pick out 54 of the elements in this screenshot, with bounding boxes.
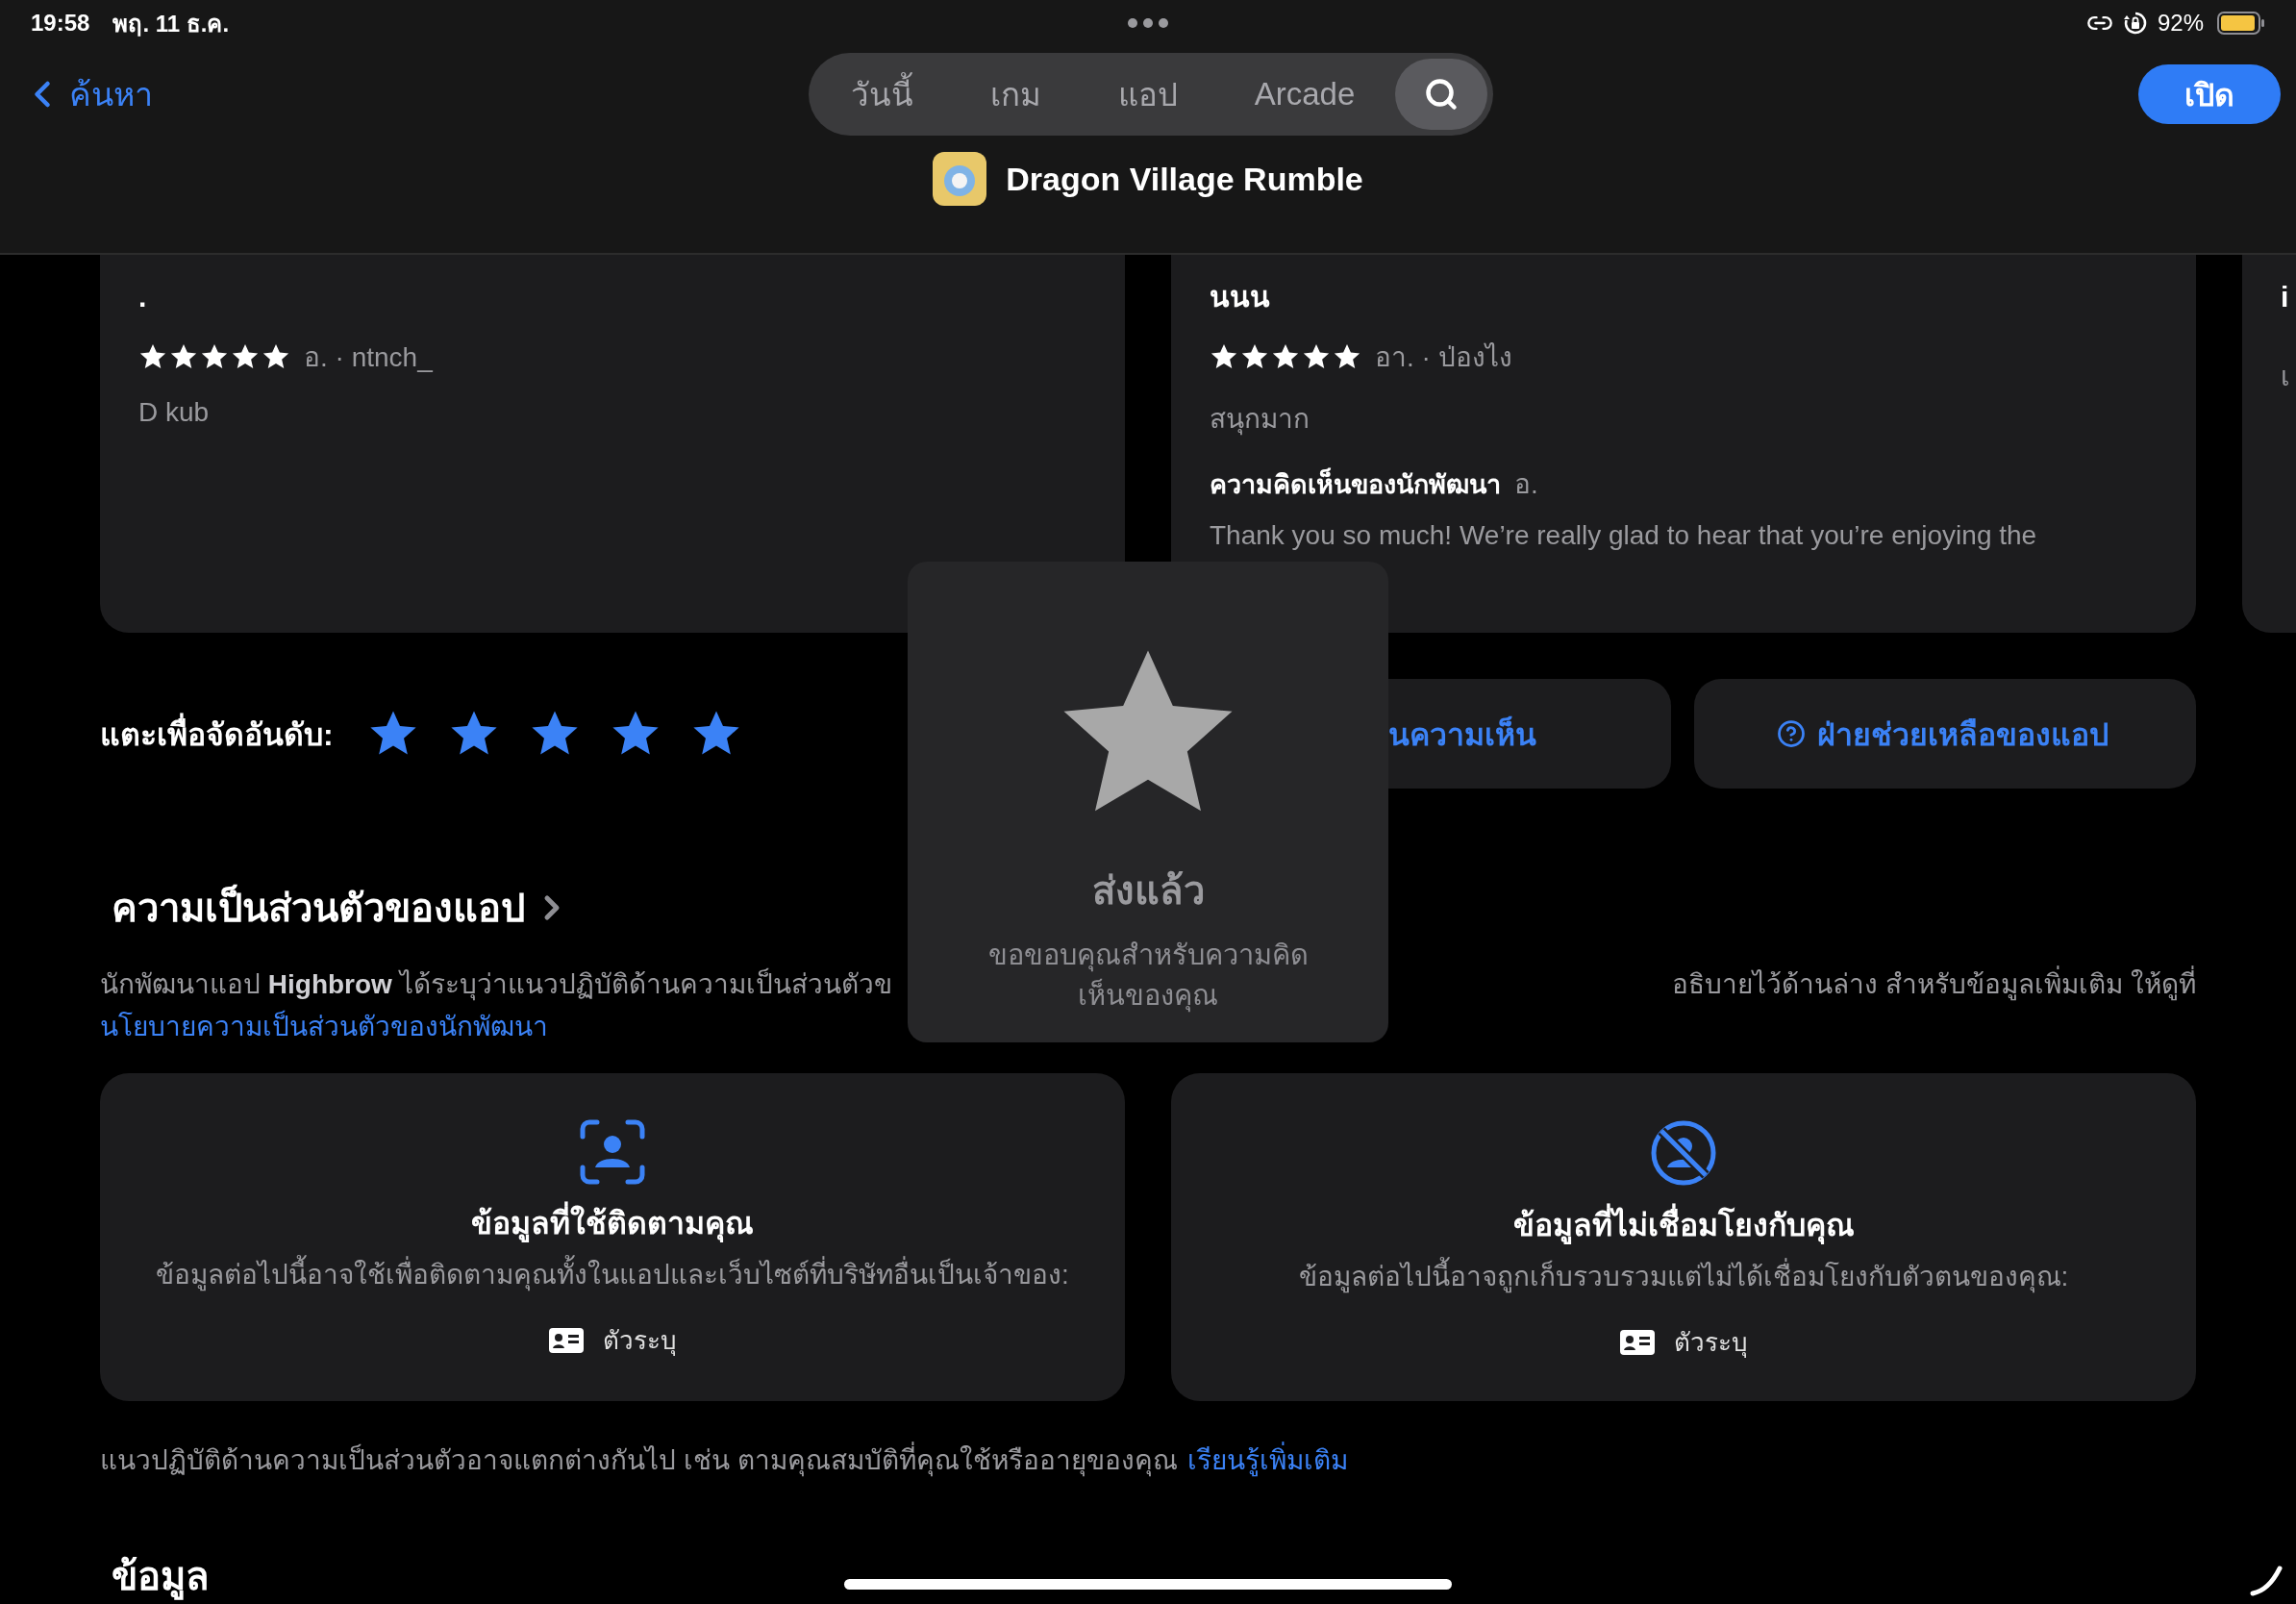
developer-response-text: Thank you so much! We’re really glad to hear that you’re enjoying the — [1210, 520, 2038, 551]
review-card[interactable]: i เ — [2242, 255, 2296, 633]
search-icon — [1424, 77, 1460, 112]
tab[interactable]: Arcade — [1217, 59, 1392, 130]
status-date: พฤ. 11 ธ.ค. — [112, 9, 230, 38]
tab[interactable]: วันนี้ — [813, 59, 950, 130]
toast-message: ขอขอบคุณสำหรับความคิดเห็นของคุณ — [986, 939, 1310, 1015]
privacy-footnote: แนวปฏิบัติด้านความเป็นส่วนตัวอาจแตกต่างกันไป เช่น ตามคุณสมบัติที่คุณใช้หรืออายุของคุณ — [100, 1440, 1178, 1482]
privacy-card[interactable]: ข้อมูลที่ไม่เชื่อมโยงกับคุณ ข้อมูลต่อไปนี้อาจถูกเก็บรวบรวมแต่ไม่ได้เชื่อมโยงกับตัวตนของคุณ: ตัวระบุ — [1171, 1073, 2196, 1401]
app-support-button[interactable]: ฝ่ายช่วยเหลือของแอป — [1694, 679, 2196, 789]
review-meta: อา. · ป่องไง — [1375, 341, 1512, 374]
privacy-intro-text: นักพัฒนาแอป Highbrow ได้ระบุว่าแนวปฏิบัติด้านความเป็นส่วนตัวข — [100, 966, 892, 1003]
privacy-card-title: ข้อมูลที่ไม่เชื่อมโยงกับคุณ — [1512, 1200, 1855, 1249]
back-link[interactable]: ค้นหา — [21, 68, 153, 120]
learn-more-link[interactable]: เรียนรู้เพิ่มเติม — [1186, 1440, 1348, 1482]
review-body: เ — [2281, 361, 2291, 393]
multitasking-dots-icon[interactable] — [1127, 17, 1169, 29]
person-slash-circle-icon — [1650, 1119, 1717, 1187]
tab[interactable]: แอป — [1081, 59, 1214, 130]
id-card-icon — [548, 1327, 584, 1353]
review-title: . — [138, 280, 148, 314]
battery-percent: 92% — [2157, 10, 2204, 37]
privacy-card-description: ข้อมูลต่อไปนี้อาจใช้เพื่อติดตามคุณทั้งในแอปและเว็บไซต์ที่บริษัทอื่นเป็นเจ้าของ: — [156, 1253, 1069, 1295]
review-title: นนน — [1210, 280, 1271, 314]
app-title: Dragon Village Rumble — [1006, 160, 1363, 198]
privacy-heading[interactable]: ความเป็นส่วนตัวของแอป — [112, 877, 571, 939]
review-meta: อ. · ntnch_ — [304, 341, 433, 374]
developer-response-label: ความคิดเห็นของนักพัฒนา — [1210, 464, 1501, 505]
data-type-label: ตัวระบุ — [1673, 1327, 1748, 1360]
help-icon — [1776, 719, 1806, 748]
privacy-card-description: ข้อมูลต่อไปนี้อาจถูกเก็บรวบรวมแต่ไม่ได้เชื่อมโยงกับตัวตนของคุณ: — [1298, 1255, 2069, 1297]
privacy-card[interactable]: ข้อมูลที่ใช้ติดตามคุณ ข้อมูลต่อไปนี้อาจใช้เพื่อติดตามคุณทั้งในแอปและเว็บไซต์ที่บริษัทอื่นเป็นเจ้าของ: ตัวระบุ — [100, 1073, 1125, 1401]
id-card-icon — [1619, 1329, 1655, 1355]
open-button[interactable]: เปิด — [2138, 64, 2281, 124]
pencil-stroke-icon — [2250, 1564, 2283, 1596]
orientation-lock-icon — [2122, 11, 2148, 36]
privacy-intro-text: อธิบายไว้ด้านล่าง สำหรับข้อมูลเพิ่มเติม ให้ดูที่ — [1672, 964, 2196, 1006]
review-body: D kub — [138, 397, 211, 428]
review-card[interactable]: . อ. · ntnch_ D kub — [100, 255, 1125, 633]
search-tab[interactable] — [1395, 59, 1488, 130]
rate-label: แตะเพื่อจัดอันดับ: — [100, 709, 367, 759]
status-time: 19:58 — [31, 10, 90, 37]
review-body: สนุกมาก — [1210, 403, 1310, 438]
person-viewfinder-icon — [580, 1119, 645, 1185]
tab[interactable]: เกม — [953, 59, 1078, 130]
data-type-label: ตัวระบุ — [602, 1325, 677, 1358]
section-heading: ข้อมูล — [112, 1545, 210, 1604]
app-icon — [933, 152, 987, 206]
toast-title: ส่งแล้ว — [1091, 868, 1205, 914]
developer-response-date: อ. — [1514, 468, 1538, 501]
privacy-card-title: ข้อมูลที่ใช้ติดตามคุณ — [471, 1198, 754, 1247]
review-card[interactable]: นนน อา. · ป่องไง สนุกมาก ความคิดเห็นของนักพัฒนา อ. Thank you so much! We’re really glad to hear that you’re enjoying the — [1171, 255, 2196, 633]
review-title: i — [2281, 280, 2290, 314]
battery-icon — [2217, 12, 2265, 35]
